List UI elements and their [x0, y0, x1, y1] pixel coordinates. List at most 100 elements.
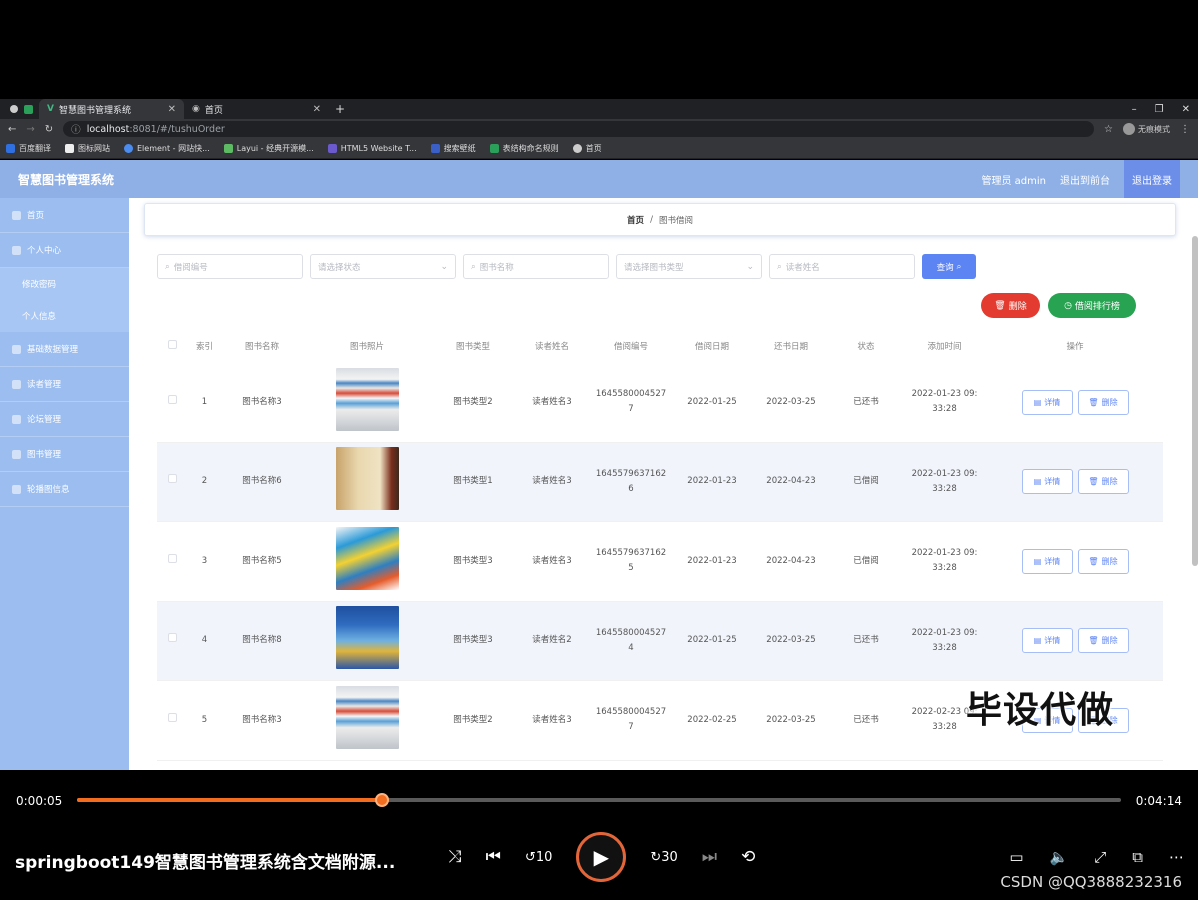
sidebar-subitem-password[interactable]: 修改密码 [0, 268, 129, 300]
row-checkbox[interactable] [157, 474, 187, 489]
star-icon[interactable]: ☆ [1104, 124, 1113, 135]
sidebar-item-home[interactable]: 首页 [0, 198, 129, 233]
url-field[interactable]: ⓘ localhost:8081/#/tushuOrder [63, 121, 1095, 137]
trash-icon: 🗑 [1088, 477, 1099, 487]
new-tab-icon[interactable]: + [335, 102, 345, 116]
book-cover-image[interactable] [335, 367, 399, 431]
sidebar-item-label: 个人中心 [27, 246, 62, 256]
delete-button[interactable]: 🗑 删除 [1077, 389, 1129, 415]
time-line: 2022-01-23 09: [911, 468, 978, 479]
forward-30-icon[interactable]: ↻30 [650, 850, 677, 865]
col-header: 图书名称 [244, 341, 279, 352]
forward-icon[interactable]: → [26, 124, 34, 135]
bookmark[interactable]: Layui - 经典开源模... [223, 143, 314, 154]
search-icon: ⌕ [471, 261, 476, 272]
repeat-icon[interactable]: ⟲ [741, 847, 755, 867]
close-tab-icon[interactable]: ✕ [313, 104, 321, 115]
book-type-select[interactable]: 请选择图书类型 ⌄ [616, 254, 762, 279]
bookmark[interactable]: Element - 网站快... [124, 143, 210, 154]
batch-delete-button[interactable]: 🗑 删除 [981, 293, 1040, 318]
sidebar-item-basic-data[interactable]: 基础数据管理 [0, 332, 129, 367]
volume-icon[interactable]: 🔈 [1050, 848, 1069, 866]
tab-home[interactable]: ◉ 首页 ✕ [184, 99, 329, 119]
cell-index: 2 [201, 476, 208, 487]
seek-bar[interactable] [77, 793, 1121, 807]
rank-button[interactable]: ◷ 借阅排行榜 [1048, 293, 1136, 318]
browser-menu-icon[interactable] [10, 105, 18, 113]
tab-library[interactable]: V 智慧图书管理系统 ✕ [39, 99, 184, 119]
current-time: 0:00:05 [16, 794, 63, 808]
shuffle-icon[interactable]: ⤨ [448, 847, 462, 867]
sidebar-subitem-info[interactable]: 个人信息 [0, 300, 129, 332]
next-icon[interactable]: ⏭ [702, 847, 717, 867]
bookmark[interactable]: 搜索壁纸 [430, 143, 476, 154]
row-checkbox[interactable] [157, 553, 187, 569]
row-checkbox[interactable] [157, 633, 187, 648]
detail-button[interactable]: ▤ 详情 [1021, 389, 1073, 415]
admin-label: 管理员 admin [981, 175, 1046, 187]
status-select[interactable]: 请选择状态 ⌄ [310, 254, 456, 279]
cell-reader: 读者姓名3 [532, 714, 572, 725]
select-placeholder: 请选择图书类型 [624, 262, 684, 273]
more-icon[interactable]: ⋯ [1169, 848, 1184, 866]
fullscreen-icon[interactable]: ⤢ [1094, 848, 1106, 866]
cell-status: 已还书 [853, 714, 879, 725]
more-menu-icon[interactable]: ⋮ [1180, 124, 1190, 135]
bookmark[interactable]: 首页 [572, 143, 602, 154]
book-name-input[interactable]: ⌕ 图书名称 [463, 254, 609, 279]
book-cover-image[interactable] [335, 606, 399, 670]
cell-return-date: 2022-04-23 [766, 476, 816, 487]
cell-book-name: 图书名称8 [242, 635, 282, 646]
seek-handle[interactable] [374, 793, 389, 807]
back-icon[interactable]: ← [8, 124, 16, 135]
book-cover-image[interactable] [335, 685, 399, 749]
delete-label: 删除 [1008, 302, 1027, 312]
sidebar-item-carousel[interactable]: 轮播图信息 [0, 472, 129, 507]
cell-return-date: 2022-03-25 [766, 635, 816, 646]
borrow-no-input[interactable]: ⌕ 借阅编号 [157, 254, 303, 279]
cell-status: 已借阅 [853, 555, 879, 566]
close-window-icon[interactable]: ✕ [1182, 104, 1190, 115]
bookmark[interactable]: 图标网站 [65, 143, 110, 154]
delete-label: 删除 [1101, 477, 1118, 487]
search-icon: ⌕ [956, 261, 962, 272]
delete-button[interactable]: 🗑 删除 [1077, 469, 1129, 495]
logout-button[interactable]: 退出登录 [1124, 160, 1180, 198]
reload-icon[interactable]: ↻ [45, 124, 53, 135]
delete-button[interactable]: 🗑 删除 [1077, 548, 1129, 574]
book-cover-image[interactable] [335, 447, 399, 511]
restore-icon[interactable]: ❐ [1155, 104, 1164, 115]
cell-added-time: 2022-01-23 09: 33:28 [902, 626, 987, 656]
bookmark[interactable]: HTML5 Website T... [327, 144, 417, 153]
detail-button[interactable]: ▤ 详情 [1021, 548, 1073, 574]
subtitles-icon[interactable]: ▭ [1009, 848, 1023, 866]
incognito-badge[interactable]: 无痕模式 [1123, 123, 1170, 135]
query-button[interactable]: 查询 ⌕ [922, 254, 976, 279]
sidebar-item-forum[interactable]: 论坛管理 [0, 402, 129, 437]
bookmark[interactable]: 百度翻译 [6, 143, 51, 154]
detail-button[interactable]: ▤ 详情 [1021, 469, 1073, 495]
close-tab-icon[interactable]: ✕ [168, 104, 176, 115]
sidebar-item-profile[interactable]: 个人中心 [0, 233, 129, 268]
cell-borrow-no: 1645580004527 7 [590, 705, 672, 735]
breadcrumb-home[interactable]: 首页 [627, 214, 644, 226]
rewind-10-icon[interactable]: ↺10 [525, 850, 552, 865]
row-checkbox[interactable] [157, 712, 187, 728]
app-icon[interactable] [24, 104, 33, 114]
bookmark[interactable]: 表结构命名规则 [489, 143, 559, 154]
front-link[interactable]: 退出到前台 [1060, 172, 1110, 187]
scrollbar[interactable] [1192, 236, 1198, 566]
minimize-icon[interactable]: – [1132, 104, 1137, 115]
cell-reader: 读者姓名3 [532, 476, 572, 487]
delete-button[interactable]: 🗑 删除 [1077, 628, 1129, 654]
select-all-checkbox[interactable] [157, 339, 187, 355]
detail-button[interactable]: ▤ 详情 [1021, 628, 1073, 654]
play-button[interactable]: ▶ [576, 832, 627, 882]
mini-player-icon[interactable]: ⧉ [1132, 848, 1143, 866]
previous-icon[interactable]: ⏮ [486, 847, 501, 867]
row-checkbox[interactable] [157, 394, 187, 410]
book-cover-image[interactable] [335, 526, 399, 590]
sidebar-item-readers[interactable]: 读者管理 [0, 367, 129, 402]
sidebar-item-books[interactable]: 图书管理 [0, 437, 129, 472]
reader-name-input[interactable]: ⌕ 读者姓名 [769, 254, 915, 279]
